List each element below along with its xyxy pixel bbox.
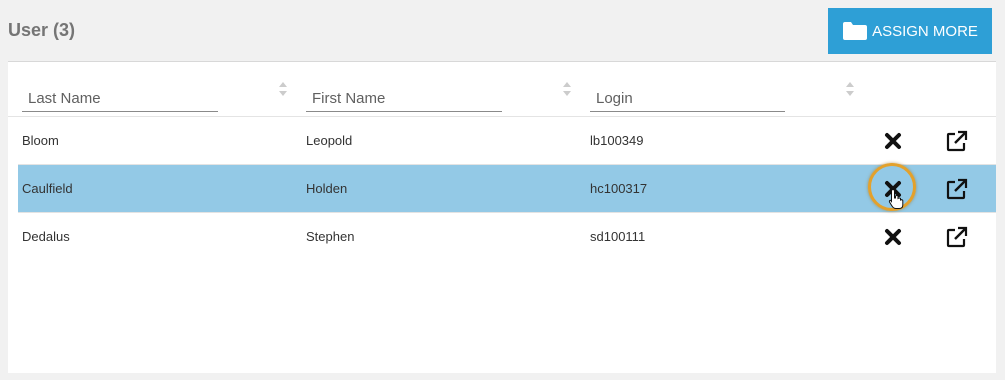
first-name-cell: Holden <box>306 181 348 196</box>
login-cell: hc100317 <box>590 181 648 196</box>
table-row[interactable]: Bloom Leopold lb100349 <box>18 117 996 165</box>
close-icon <box>885 229 901 245</box>
users-table: Bloom Leopold lb100349 Caulfield Holden … <box>8 61 996 373</box>
login-filter[interactable] <box>590 86 785 112</box>
table-header <box>8 62 996 117</box>
login-cell: sd100111 <box>590 229 646 244</box>
sort-icon[interactable] <box>277 79 289 99</box>
last-name-filter[interactable] <box>22 86 218 112</box>
open-user-button[interactable] <box>944 224 970 250</box>
hand-cursor-icon <box>888 188 904 209</box>
sort-icon[interactable] <box>844 79 856 99</box>
first-name-filter[interactable] <box>306 86 502 112</box>
assign-more-label: ASSIGN MORE <box>872 22 978 40</box>
first-name-cell: Leopold <box>306 133 353 148</box>
open-user-button[interactable] <box>944 128 970 154</box>
folder-icon <box>842 21 868 41</box>
table-row-selected[interactable]: Caulfield Holden hc100317 <box>18 163 996 213</box>
login-cell: lb100349 <box>590 133 644 148</box>
sort-icon[interactable] <box>561 79 573 99</box>
external-link-icon <box>946 226 968 248</box>
close-icon <box>885 133 901 149</box>
section-title: User (3) <box>8 20 76 40</box>
table-row[interactable]: Dedalus Stephen sd100111 <box>18 213 996 261</box>
assign-more-button[interactable]: ASSIGN MORE <box>828 8 992 54</box>
remove-user-button[interactable] <box>882 130 904 152</box>
external-link-icon <box>946 130 968 152</box>
external-link-icon <box>946 178 968 200</box>
last-name-cell: Caulfield <box>22 181 73 196</box>
last-name-cell: Dedalus <box>22 229 70 244</box>
last-name-cell: Bloom <box>22 133 59 148</box>
first-name-cell: Stephen <box>306 229 355 244</box>
remove-user-button[interactable] <box>882 226 904 248</box>
open-user-button[interactable] <box>944 176 970 202</box>
